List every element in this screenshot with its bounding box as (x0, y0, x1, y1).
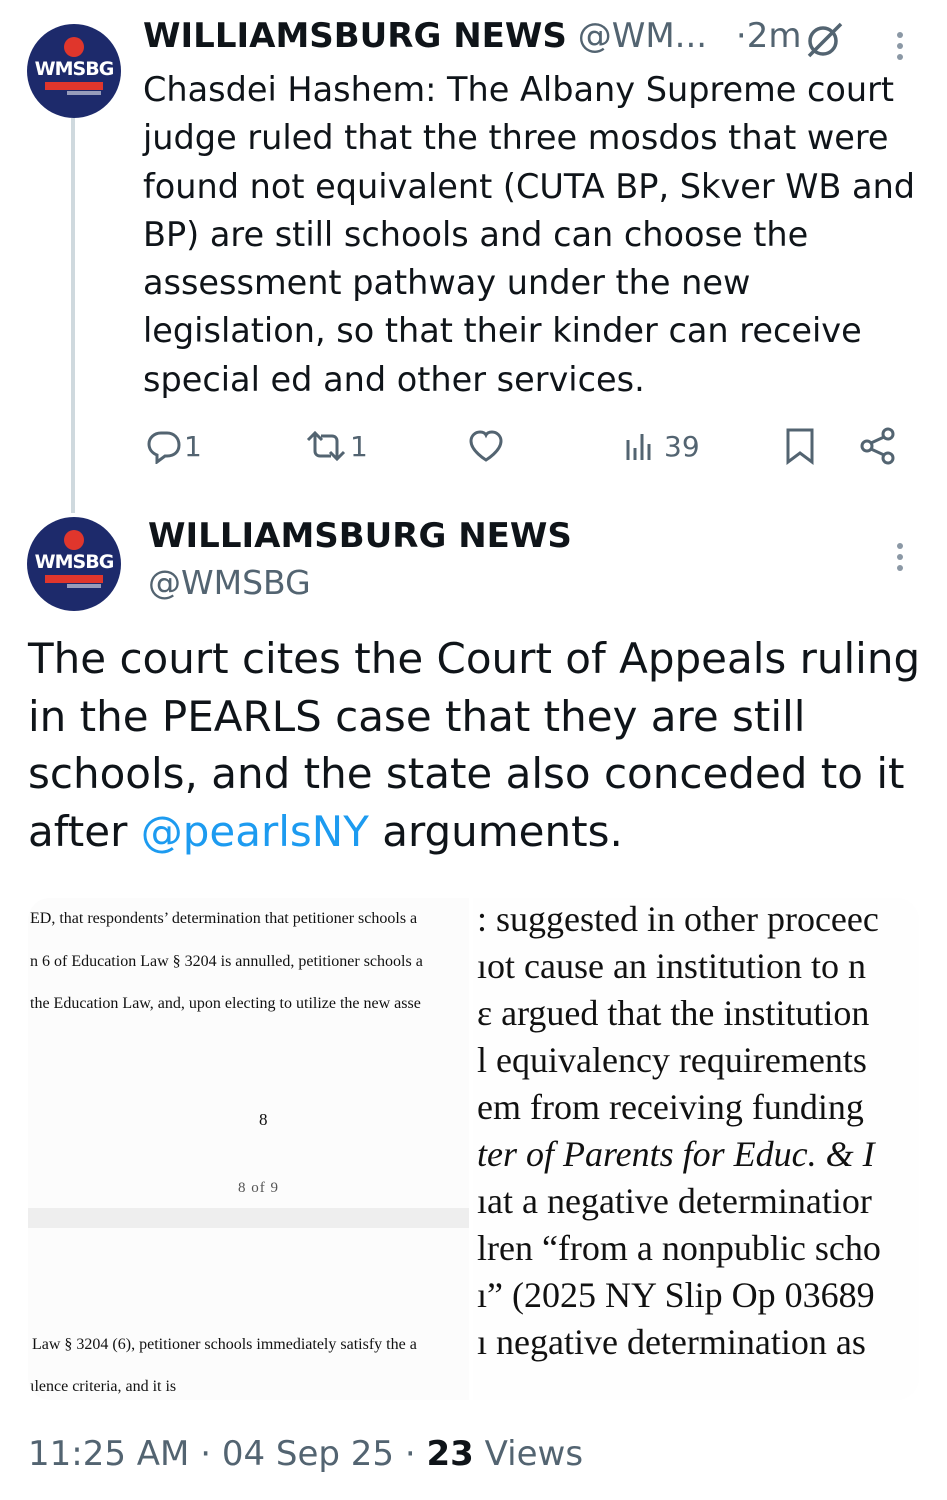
handle[interactable]: @WMSBG (148, 563, 311, 602)
document-line: ıat a negative determinatior (477, 1181, 872, 1221)
document-line: n 6 of Education Law § 3204 is annulled,… (30, 953, 423, 970)
media-image-right[interactable]: : suggested in other proceec ıot cause a… (473, 898, 919, 1400)
avatar[interactable]: WMSBG (27, 24, 121, 118)
document-line: ı negative determination as (477, 1322, 866, 1362)
views-label: Views (484, 1434, 584, 1474)
document-line: ɛ argued that the institution (477, 993, 870, 1033)
post-date[interactable]: 04 Sep 25 (222, 1434, 394, 1474)
document-line: Law § 3204 (6), petitioner schools immed… (32, 1336, 417, 1353)
views-icon (626, 434, 651, 460)
share-button[interactable] (858, 423, 898, 469)
avatar-label: WMSBG (34, 58, 115, 80)
document-line: : suggested in other proceec (477, 899, 879, 939)
views-total: 23 (426, 1434, 474, 1474)
display-name[interactable]: WILLIAMSBURG NEWS (143, 16, 567, 56)
document-line: the Education Law, and, upon electing to… (30, 995, 421, 1012)
views-button[interactable]: 39 (622, 423, 700, 469)
page-number: 8 (259, 1110, 268, 1129)
timestamp[interactable]: ·2m (736, 16, 802, 56)
document-line: ED, that respondents’ determination that… (30, 910, 418, 927)
views-count: 39 (664, 429, 700, 463)
document-line: ter of Parents for Educ. & I (477, 1134, 875, 1174)
more-icon[interactable] (893, 541, 907, 575)
avatar-label: WMSBG (34, 551, 115, 573)
reply-count: 1 (184, 429, 202, 463)
tweet-text: The court cites the Court of Appeals rul… (28, 630, 928, 860)
display-name[interactable]: WILLIAMSBURG NEWS (148, 516, 572, 556)
page-indicator: 8 of 9 (238, 1180, 279, 1196)
repost-icon (306, 430, 346, 462)
reply-button[interactable]: 1 (146, 423, 202, 469)
bookmark-icon (786, 428, 814, 465)
tweet-header: WILLIAMSBURG NEWS @WM... ·2m (143, 16, 801, 62)
logo-ribbon (45, 82, 103, 90)
grok-icon[interactable] (803, 20, 845, 60)
document-line: l equivalency requirements (477, 1040, 867, 1080)
like-button[interactable] (467, 423, 507, 469)
share-icon (860, 427, 895, 465)
tweet-meta: 11:25 AM · 04 Sep 25 · 23 Views (28, 1434, 584, 1474)
mention-link[interactable]: @pearlsNY (141, 807, 369, 856)
repost-count: 1 (350, 429, 368, 463)
document-line: ılence criteria, and it is (30, 1378, 177, 1395)
logo-mark-icon (64, 37, 84, 57)
bookmark-button[interactable] (783, 423, 817, 469)
handle[interactable]: @WM... (578, 16, 707, 56)
tweet-text: Chasdei Hashem: The Albany Supreme court… (143, 70, 916, 399)
action-bar: 1 1 39 (0, 423, 947, 469)
document-line: lren “from a nonpublic scho (477, 1228, 881, 1268)
document-line: ıot cause an institution to n (477, 946, 866, 986)
logo-tag (67, 584, 101, 588)
reply-icon (147, 431, 181, 464)
like-icon (469, 430, 503, 462)
post-time[interactable]: 11:25 AM (28, 1434, 189, 1474)
document-line: ı” (2025 NY Slip Op 03689 (477, 1275, 875, 1315)
tweet-text-part: arguments. (368, 806, 623, 856)
document-line: em from receiving funding (477, 1087, 864, 1127)
logo-ribbon (45, 575, 103, 583)
logo-mark-icon (64, 530, 84, 550)
page-divider (28, 1208, 469, 1228)
repost-button[interactable]: 1 (304, 423, 368, 469)
logo-tag (67, 91, 101, 95)
media-image-left[interactable]: ED, that respondents’ determination that… (28, 898, 469, 1400)
avatar[interactable]: WMSBG (27, 517, 121, 611)
more-icon[interactable] (893, 30, 907, 64)
